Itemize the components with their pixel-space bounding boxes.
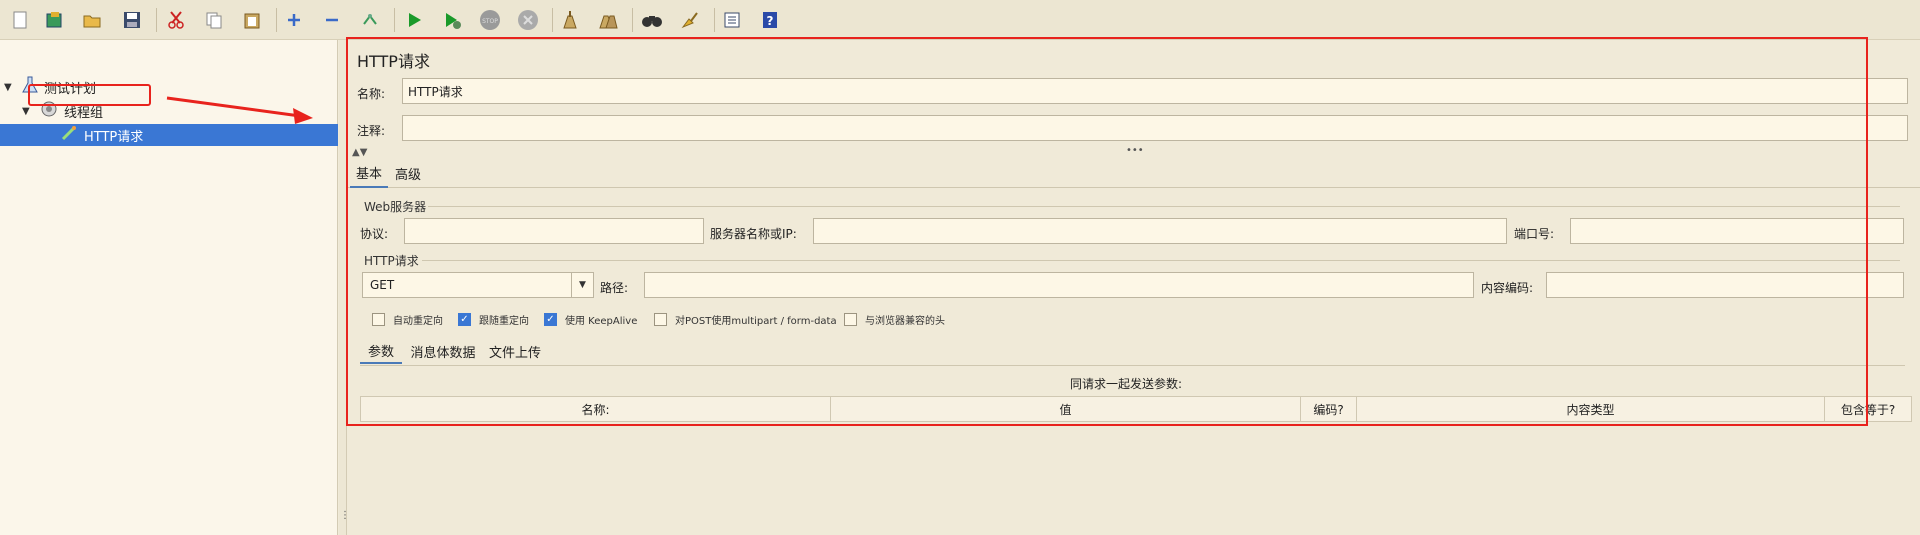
start-icon[interactable]	[402, 8, 426, 32]
start-no-pause-icon[interactable]	[440, 8, 464, 32]
toggle-icon[interactable]	[358, 8, 382, 32]
tree-item-label: HTTP请求	[84, 129, 144, 145]
shutdown-icon[interactable]	[516, 8, 540, 32]
clear-icon[interactable]	[558, 8, 582, 32]
tree-expanded-icon[interactable]: ▼	[4, 82, 18, 93]
save-icon[interactable]	[120, 8, 144, 32]
function-helper-icon[interactable]	[720, 8, 744, 32]
collapse-icon[interactable]	[320, 8, 344, 32]
help-icon[interactable]: ?	[758, 8, 782, 32]
annotation-highlight-tree	[28, 84, 151, 106]
search-icon[interactable]	[640, 8, 664, 32]
tree-expanded-icon[interactable]: ▼	[22, 106, 36, 117]
new-icon[interactable]	[8, 8, 32, 32]
expand-icon[interactable]	[282, 8, 306, 32]
cut-icon[interactable]	[164, 8, 188, 32]
annotation-highlight-panel	[346, 37, 1868, 426]
clear-all-icon[interactable]	[596, 8, 620, 32]
stop-icon[interactable]: STOP	[478, 8, 502, 32]
annotation-arrow	[166, 96, 313, 124]
copy-icon[interactable]	[202, 8, 226, 32]
svg-text:?: ?	[767, 14, 774, 28]
reset-search-icon[interactable]	[678, 8, 702, 32]
templates-icon[interactable]	[42, 8, 66, 32]
open-icon[interactable]	[80, 8, 104, 32]
sampler-icon	[60, 124, 78, 146]
paste-icon[interactable]	[240, 8, 264, 32]
svg-text:STOP: STOP	[482, 18, 498, 25]
toolbar: STOP ?	[0, 0, 1920, 40]
